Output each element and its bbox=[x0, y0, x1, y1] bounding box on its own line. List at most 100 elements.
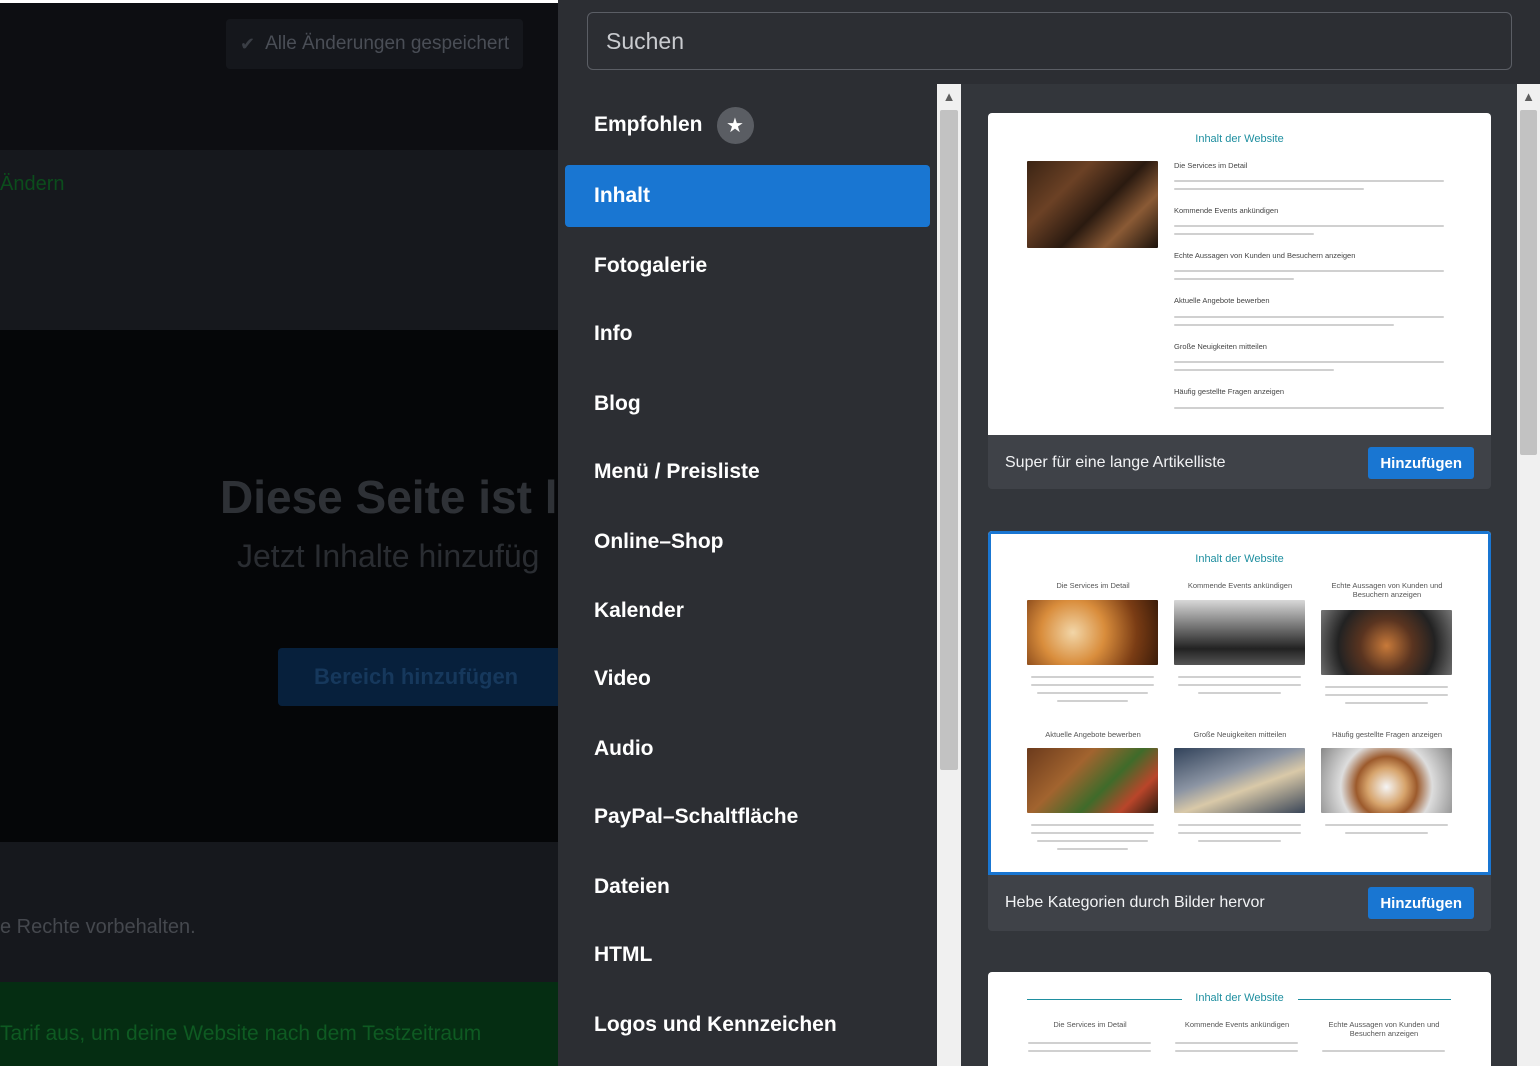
preview-item-heading: Kommende Events ankündigen bbox=[1174, 206, 1279, 215]
preview-text-line bbox=[1028, 1042, 1151, 1044]
preview-item-heading: Aktuelle Angebote bewerben bbox=[1045, 730, 1141, 739]
trial-banner-text: Tarif aus, um deine Website nach dem Tes… bbox=[0, 1022, 482, 1045]
preview-item-heading: Große Neuigkeiten mitteilen bbox=[1193, 730, 1287, 739]
chevron-up-icon[interactable]: ▲ bbox=[937, 84, 961, 108]
template-preview[interactable]: Inhalt der Website Die Services im Detai… bbox=[988, 113, 1491, 435]
scrollbar-thumb[interactable] bbox=[940, 110, 958, 770]
add-template-button[interactable]: Hinzufügen bbox=[1368, 887, 1474, 919]
template-preview[interactable]: Inhalt der Website Die Services im Detai… bbox=[988, 531, 1491, 875]
template-scrollbar[interactable]: ▲ bbox=[1517, 84, 1540, 1066]
preview-text-line bbox=[1178, 832, 1301, 834]
preview-item-heading: Echte Aussagen von Kunden und Besuchern … bbox=[1331, 581, 1443, 599]
template-card[interactable]: Inhalt der Website Die Services im Detai… bbox=[988, 972, 1491, 1066]
preview-text-line bbox=[1037, 840, 1148, 842]
add-section-button[interactable]: Bereich hinzufügen bbox=[278, 648, 558, 706]
category-fotogalerie[interactable]: Fotogalerie bbox=[565, 235, 930, 297]
preview-text-line bbox=[1345, 702, 1428, 704]
footer-rights: e Rechte vorbehalten. bbox=[0, 916, 196, 938]
add-template-button[interactable]: Hinzufügen bbox=[1368, 447, 1474, 479]
preview-text-line bbox=[1174, 369, 1334, 371]
panel-header bbox=[558, 0, 1540, 84]
editor-toolbar: ✔ Alle Änderungen gespeichert bbox=[0, 3, 558, 150]
empty-page-title: Diese Seite ist le bbox=[220, 471, 558, 523]
preview-text-line bbox=[1178, 824, 1301, 826]
category-info[interactable]: Info bbox=[565, 303, 930, 365]
search-box bbox=[587, 12, 1512, 70]
preview-item-heading: Aktuelle Angebote bewerben bbox=[1174, 296, 1270, 305]
category-label: PayPal–Schaltfläche bbox=[594, 805, 799, 828]
category-audio[interactable]: Audio bbox=[565, 718, 930, 780]
category-paypal[interactable]: PayPal–Schaltfläche bbox=[565, 786, 930, 848]
chevron-up-icon[interactable]: ▲ bbox=[1517, 84, 1540, 108]
template-footer: Super für eine lange Artikelliste Hinzuf… bbox=[988, 435, 1491, 489]
template-description: Super für eine lange Artikelliste bbox=[1005, 454, 1226, 471]
preview-title: Inhalt der Website bbox=[1195, 133, 1284, 145]
preview-text-line bbox=[1325, 824, 1448, 826]
editor-background: ✔ Alle Änderungen gespeichert Ändern Die… bbox=[0, 0, 558, 1066]
preview-text-line bbox=[1031, 676, 1154, 678]
star-icon: ★ bbox=[716, 106, 754, 144]
preview-text-line bbox=[1198, 692, 1281, 694]
preview-photo bbox=[1027, 748, 1158, 813]
change-link[interactable]: Ändern bbox=[0, 173, 65, 196]
category-html[interactable]: HTML bbox=[565, 924, 930, 986]
category-label: Blog bbox=[594, 392, 641, 415]
category-online-shop[interactable]: Online–Shop bbox=[565, 511, 930, 573]
preview-text-line bbox=[1175, 1050, 1298, 1052]
category-video[interactable]: Video bbox=[565, 648, 930, 710]
category-list: Empfohlen ★ Inhalt Fotogalerie Info Blog… bbox=[558, 84, 938, 1066]
preview-photo bbox=[1321, 748, 1452, 813]
preview-text-line bbox=[1174, 180, 1444, 182]
preview-item-heading: Die Services im Detail bbox=[1174, 161, 1248, 170]
preview-item-heading: Die Services im Detail bbox=[1056, 581, 1130, 590]
preview-photo bbox=[1174, 600, 1305, 665]
preview-text-line bbox=[1174, 270, 1444, 272]
save-status-text: Alle Änderungen gespeichert bbox=[265, 33, 510, 54]
category-scrollbar[interactable]: ▲ bbox=[937, 84, 961, 1066]
category-empfohlen[interactable]: Empfohlen ★ bbox=[565, 94, 930, 156]
preview-text-line bbox=[1057, 848, 1128, 850]
category-label: Info bbox=[594, 322, 633, 345]
preview-text-line bbox=[1174, 324, 1394, 326]
preview-photo bbox=[1027, 600, 1158, 665]
preview-text-line bbox=[1174, 316, 1444, 318]
template-preview[interactable]: Inhalt der Website Die Services im Detai… bbox=[988, 972, 1491, 1066]
preview-item-heading: Kommende Events ankündigen bbox=[1184, 1020, 1290, 1029]
preview-text-line bbox=[1322, 1050, 1445, 1052]
category-label: Kalender bbox=[594, 599, 684, 622]
template-card-selected[interactable]: Inhalt der Website Die Services im Detai… bbox=[988, 531, 1491, 931]
preview-text-line bbox=[1174, 188, 1364, 190]
category-inhalt[interactable]: Inhalt bbox=[565, 165, 930, 227]
preview-item-heading: Kommende Events ankündigen bbox=[1187, 581, 1293, 590]
template-list: Inhalt der Website Die Services im Detai… bbox=[961, 84, 1517, 1066]
template-description: Hebe Kategorien durch Bilder hervor bbox=[1005, 894, 1265, 911]
preview-divider bbox=[1298, 999, 1451, 1000]
preview-item-heading: Die Services im Detail bbox=[1053, 1020, 1127, 1029]
preview-text-line bbox=[1178, 684, 1301, 686]
category-label: Inhalt bbox=[594, 184, 650, 207]
preview-text-line bbox=[1174, 225, 1444, 227]
header-section bbox=[0, 150, 558, 330]
category-logos[interactable]: Logos und Kennzeichen bbox=[565, 994, 930, 1056]
preview-text-line bbox=[1325, 686, 1448, 688]
category-menu-preisliste[interactable]: Menü / Preisliste bbox=[565, 441, 930, 503]
category-label: Fotogalerie bbox=[594, 254, 708, 277]
preview-text-line bbox=[1028, 1050, 1151, 1052]
category-label: HTML bbox=[594, 943, 653, 966]
footer-section bbox=[0, 842, 558, 982]
template-footer: Hebe Kategorien durch Bilder hervor Hinz… bbox=[988, 875, 1491, 931]
search-input[interactable] bbox=[606, 27, 1511, 55]
preview-item-heading: Echte Aussagen von Kunden und Besuchern … bbox=[1174, 251, 1356, 260]
preview-text-line bbox=[1031, 832, 1154, 834]
preview-title: Inhalt der Website bbox=[1195, 992, 1284, 1004]
empty-page-subtitle: Jetzt Inhalte hinzufüg bbox=[237, 538, 540, 574]
preview-text-line bbox=[1031, 684, 1154, 686]
category-label: Menü / Preisliste bbox=[594, 460, 760, 483]
category-kalender[interactable]: Kalender bbox=[565, 580, 930, 642]
category-blog[interactable]: Blog bbox=[565, 373, 930, 435]
template-card[interactable]: Inhalt der Website Die Services im Detai… bbox=[988, 113, 1491, 489]
scrollbar-thumb[interactable] bbox=[1520, 110, 1537, 455]
preview-item-heading: Echte Aussagen von Kunden und Besuchern … bbox=[1328, 1020, 1440, 1038]
preview-text-line bbox=[1174, 278, 1294, 280]
category-dateien[interactable]: Dateien bbox=[565, 856, 930, 918]
